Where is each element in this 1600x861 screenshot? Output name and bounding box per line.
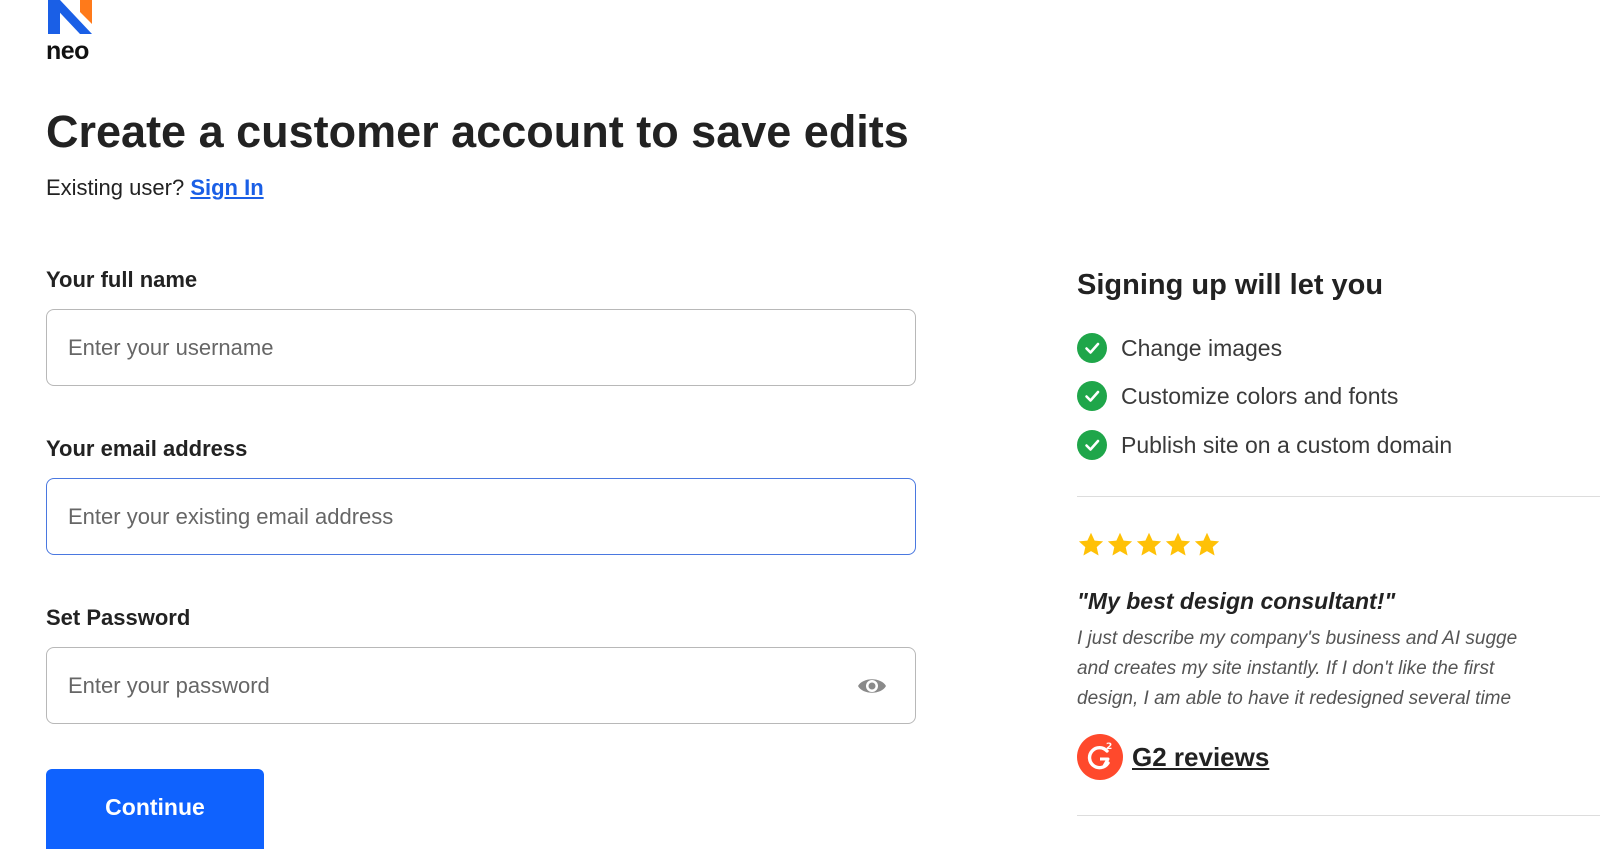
full-name-label: Your full name [46, 267, 198, 292]
star-icon [1136, 532, 1162, 556]
divider [1077, 815, 1600, 816]
benefit-item: Publish site on a custom domain [1077, 430, 1452, 460]
benefit-label: Customize colors and fonts [1121, 382, 1399, 409]
star-rating [1077, 531, 1221, 559]
star-icon [1165, 532, 1191, 556]
review-line: and creates my site instantly. If I don'… [1077, 658, 1495, 679]
benefit-item: Customize colors and fonts [1077, 381, 1398, 411]
check-circle-icon [1077, 430, 1107, 460]
check-circle-icon [1077, 381, 1107, 411]
benefit-label: Change images [1121, 334, 1283, 361]
check-circle-icon [1077, 333, 1107, 363]
password-input[interactable] [68, 648, 848, 723]
full-name-field[interactable] [46, 309, 916, 386]
existing-user-text: Existing user? [46, 175, 185, 200]
review-title: "My best design consultant!" [1077, 588, 1396, 614]
email-field[interactable] [46, 478, 916, 555]
email-input[interactable] [68, 479, 848, 554]
star-icon [1078, 532, 1104, 556]
g2-reviews-link[interactable]: G2 reviews [1132, 742, 1269, 773]
review-body: I just describe my company's business an… [1077, 624, 1600, 714]
full-name-input[interactable] [68, 310, 848, 385]
logo-wordmark: neo [46, 37, 89, 65]
neo-logo[interactable]: neo [46, 0, 102, 66]
g2-reviews-row: 2 G2 reviews [1077, 734, 1269, 780]
eye-icon[interactable] [857, 674, 887, 698]
password-label: Set Password [46, 605, 191, 630]
g2-logo-icon: 2 [1077, 734, 1123, 780]
star-icon [1107, 532, 1133, 556]
divider [1077, 496, 1600, 497]
neo-logo-mark-icon [48, 0, 92, 34]
svg-text:2: 2 [1106, 742, 1112, 752]
star-icon [1194, 532, 1220, 556]
benefit-item: Change images [1077, 333, 1282, 363]
page-title: Create a customer account to save edits [46, 106, 909, 157]
sign-in-link[interactable]: Sign In [190, 175, 263, 200]
review-line: I just describe my company's business an… [1077, 628, 1518, 649]
benefit-label: Publish site on a custom domain [1121, 431, 1453, 458]
review-line: design, I am able to have it redesigned … [1077, 688, 1512, 709]
signup-page: neo Create a customer account to save ed… [0, 0, 1600, 861]
email-label: Your email address [46, 436, 248, 461]
existing-user-row: Existing user? Sign In [46, 173, 264, 203]
benefits-title: Signing up will let you [1077, 269, 1384, 301]
password-field[interactable] [46, 647, 916, 724]
continue-button[interactable]: Continue [46, 769, 264, 849]
